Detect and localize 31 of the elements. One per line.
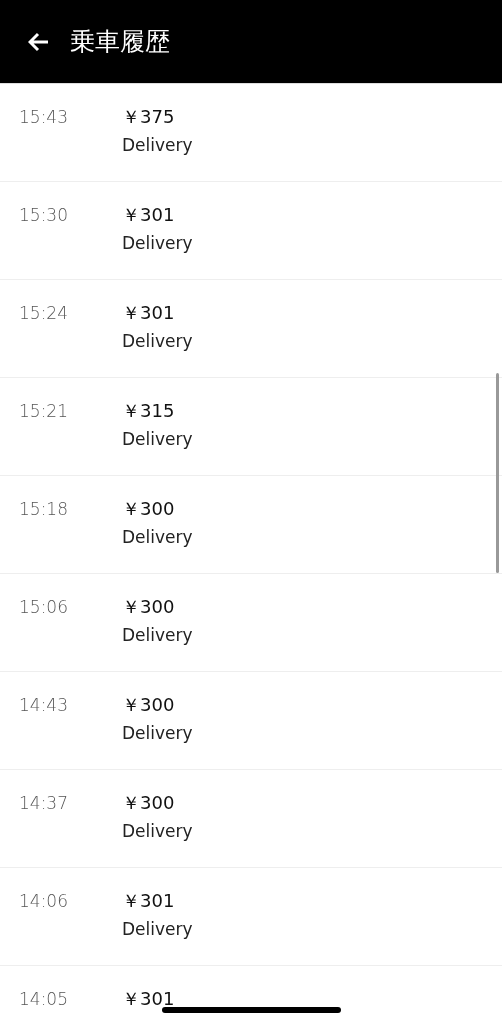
trip-time: 15:30 bbox=[18, 204, 69, 227]
trip-type: Delivery bbox=[122, 134, 193, 156]
trip-time: 14:37 bbox=[18, 792, 69, 815]
trip-type: Delivery bbox=[122, 330, 193, 352]
trip-fare: ￥300 bbox=[122, 792, 176, 814]
trip-fare: ￥301 bbox=[122, 890, 176, 912]
trip-type: Delivery bbox=[122, 428, 193, 450]
trip-time: 14:43 bbox=[18, 694, 69, 717]
trip-fare: ￥315 bbox=[122, 400, 176, 422]
trip-fare: ￥375 bbox=[122, 106, 176, 128]
trip-time: 15:18 bbox=[18, 498, 69, 521]
trip-type: Delivery bbox=[122, 918, 193, 940]
trip-time: 15:21 bbox=[18, 400, 69, 423]
trip-fare: ￥301 bbox=[122, 302, 176, 324]
trip-type: Delivery bbox=[122, 820, 193, 842]
trip-type: Delivery bbox=[122, 526, 193, 548]
back-arrow-icon[interactable] bbox=[28, 31, 50, 52]
trip-fare: ￥301 bbox=[122, 988, 175, 1010]
trip-time: 14:05 bbox=[18, 988, 69, 1011]
trip-type: Delivery bbox=[122, 232, 193, 254]
trip-fare: ￥301 bbox=[122, 204, 176, 226]
trip-fare: ￥300 bbox=[122, 498, 176, 520]
trip-time: 15:24 bbox=[18, 302, 69, 325]
trip-fare: ￥300 bbox=[122, 694, 176, 716]
trip-fare: ￥300 bbox=[122, 596, 176, 618]
trip-time: 14:06 bbox=[18, 890, 69, 913]
trip-type: Delivery bbox=[122, 624, 193, 646]
page-title: 乗車履歴 bbox=[70, 26, 170, 58]
trip-time: 15:06 bbox=[18, 596, 69, 619]
trip-time: 15:43 bbox=[18, 106, 69, 129]
trip-type: Delivery bbox=[122, 722, 193, 744]
